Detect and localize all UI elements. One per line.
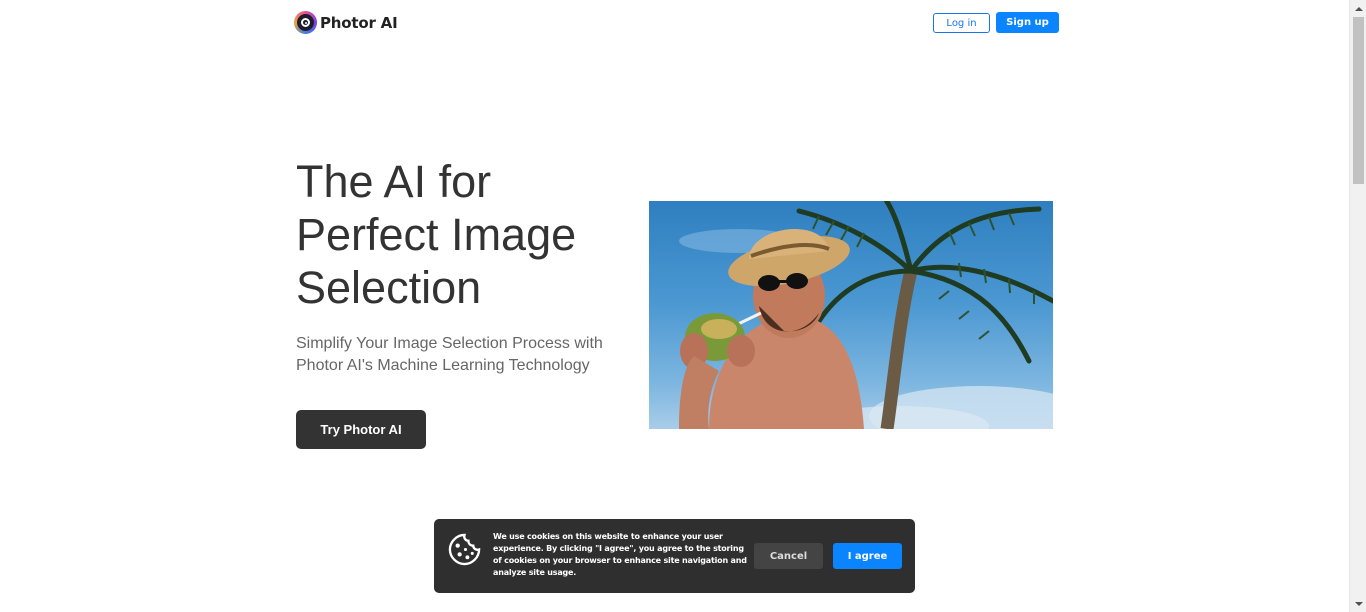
scrollbar-thumb[interactable]	[1353, 17, 1364, 184]
try-photor-ai-button[interactable]: Try Photor AI	[296, 410, 426, 449]
brand-logo[interactable]: Photor AI	[294, 11, 398, 34]
cookie-cancel-button[interactable]: Cancel	[754, 543, 823, 569]
hero-title-line-1: The AI for	[296, 156, 492, 207]
hero-photo-illustration	[679, 201, 1053, 429]
signup-button[interactable]: Sign up	[996, 12, 1059, 33]
scroll-down-arrow-icon[interactable]	[1350, 595, 1366, 612]
hero-title-line-2: Perfect Image	[296, 209, 577, 260]
hero-title-line-3: Selection	[296, 262, 482, 313]
cookie-agree-button[interactable]: I agree	[833, 543, 902, 569]
scroll-up-arrow-icon[interactable]	[1350, 0, 1366, 17]
cookie-banner: We use cookies on this website to enhanc…	[434, 519, 915, 593]
login-button[interactable]: Log in	[933, 13, 990, 33]
cookie-icon	[448, 533, 481, 566]
page: Photor AI Log in Sign up The AI for Perf…	[0, 0, 1349, 612]
cookie-message: We use cookies on this website to enhanc…	[493, 531, 748, 579]
brand-name: Photor AI	[320, 13, 398, 32]
hero-subtitle: Simplify Your Image Selection Process wi…	[296, 335, 603, 374]
vertical-scrollbar[interactable]	[1349, 0, 1366, 612]
hero-image	[649, 201, 1053, 429]
cookie-message-highlight: "I agree"	[595, 544, 634, 553]
camera-lens-icon	[294, 11, 317, 34]
hero-title: The AI for Perfect Image Selection	[296, 155, 626, 314]
